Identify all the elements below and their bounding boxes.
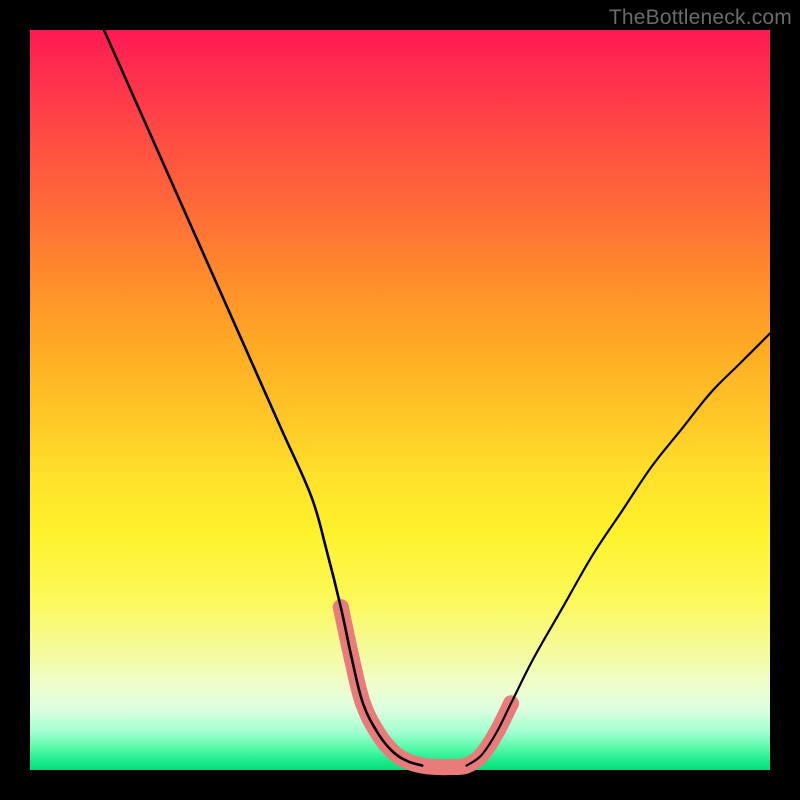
left-curve-path [104, 30, 422, 766]
plot-area [30, 30, 770, 770]
chart-svg [30, 30, 770, 770]
valley-highlight-path [341, 607, 511, 767]
right-curve-path [467, 333, 770, 765]
watermark-text: TheBottleneck.com [609, 6, 792, 30]
chart-frame: TheBottleneck.com [0, 0, 800, 800]
